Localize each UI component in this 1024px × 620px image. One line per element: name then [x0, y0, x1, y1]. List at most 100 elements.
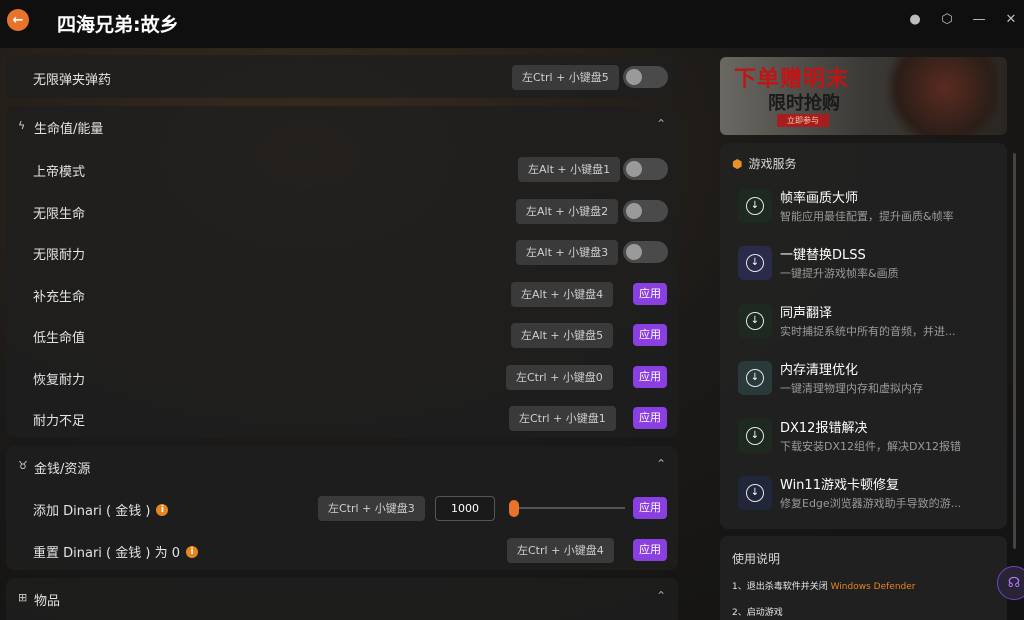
cheat-row: 无限耐力 左Alt + 小键盘3 [6, 233, 678, 271]
section-header-items[interactable]: ⊞ 物品 ⌄ [6, 578, 678, 618]
cheat-label: 低生命值 [33, 331, 86, 346]
minimize-icon[interactable]: — [972, 12, 986, 27]
banner-cta-button[interactable]: 立即参与 [777, 114, 829, 127]
hotkey-badge[interactable]: 左Alt + 小键盘4 [511, 282, 614, 307]
download-icon: ↓ [746, 312, 764, 330]
headset-icon: ☊ [1007, 575, 1021, 591]
cheat-label: 重置 Dinari ( 金钱 ) 为 0 i [33, 542, 198, 561]
service-item[interactable]: ↓ 帧率画质大师 智能应用最佳配置，提升画质&帧率 [738, 183, 998, 231]
panel-items: ⊞ 物品 ⌄ [6, 578, 678, 620]
amount-slider-track[interactable] [511, 507, 625, 509]
lightning-icon: ϟ [18, 119, 26, 132]
hotkey-badge[interactable]: 左Ctrl + 小键盘4 [507, 538, 614, 563]
cheat-label: 补充生命 [33, 290, 86, 305]
info-icon[interactable]: i [156, 503, 169, 516]
cube-icon: ⬢ [732, 156, 743, 171]
cheat-row: 耐力不足 左Ctrl + 小键盘1 应用 [6, 399, 678, 437]
cheat-row: 补充生命 左Alt + 小键盘4 应用 [6, 275, 678, 313]
apply-button[interactable]: 应用 [633, 497, 667, 519]
cheat-label: 恢复耐力 [33, 373, 86, 388]
cheat-label: 添加 Dinari ( 金钱 ) i [33, 500, 169, 519]
service-desc: 修复Edge浏览器游戏助手导致的游... [780, 497, 962, 510]
service-title: Win11游戏卡顿修复 [780, 478, 899, 493]
apply-button[interactable]: 应用 [633, 539, 667, 561]
support-button[interactable]: ☊ [997, 566, 1024, 600]
section-title: 生命值/能量 [34, 122, 104, 137]
service-desc: 实时捕捉系统中所有的音频，并进... [780, 325, 956, 338]
cheat-label: 上帝模式 [33, 165, 86, 180]
service-title: 同声翻译 [780, 306, 833, 321]
apply-button[interactable]: 应用 [633, 324, 667, 346]
usage-step-text: 1、退出杀毒软件并关闭 [732, 582, 828, 592]
service-icon: ↓ [738, 361, 772, 395]
cheat-label: 耐力不足 [33, 414, 86, 429]
usage-step: 1、退出杀毒软件并关闭 Windows Defender [732, 579, 915, 592]
panel-health: ϟ 生命值/能量 ⌄ 上帝模式 左Alt + 小键盘1 无限生命 左Alt + … [6, 106, 678, 437]
services-header: ⬢ 游戏服务 [732, 155, 797, 172]
promo-banner[interactable]: 下单赠明末 限时抢购 立即参与 [720, 57, 1007, 135]
cheat-row: 恢复耐力 左Ctrl + 小键盘0 应用 [6, 358, 678, 396]
service-item[interactable]: ↓ DX12报错解决 下载安装DX12组件，解决DX12报错 [738, 413, 998, 461]
section-title: 物品 [34, 594, 61, 609]
scrollbar[interactable] [1013, 153, 1016, 549]
hotkey-badge[interactable]: 左Alt + 小键盘5 [511, 323, 614, 348]
hotkey-badge[interactable]: 左Alt + 小键盘1 [518, 157, 621, 182]
service-icon: ↓ [738, 304, 772, 338]
info-icon[interactable]: i [186, 545, 198, 558]
apply-button[interactable]: 应用 [633, 283, 667, 305]
cheat-label-text: 添加 Dinari ( 金钱 ) [33, 504, 151, 519]
usage-title: 使用说明 [732, 552, 781, 566]
services-title: 游戏服务 [748, 157, 797, 171]
cheat-row: 添加 Dinari ( 金钱 ) i 左Ctrl + 小键盘3 1000 应用 [6, 489, 678, 527]
collapse-icon[interactable]: ✕ [1004, 12, 1018, 27]
section-title: 金钱/资源 [34, 462, 91, 477]
service-desc: 下载安装DX12组件，解决DX12报错 [780, 440, 962, 453]
usage-panel: 使用说明 1、退出杀毒软件并关闭 Windows Defender 2、启动游戏 [720, 536, 1007, 620]
money-bag-icon: ♉ [18, 459, 28, 472]
panel-money: ♉ 金钱/资源 ⌄ 添加 Dinari ( 金钱 ) i 左Ctrl + 小键盘… [6, 446, 678, 570]
arrow-left-icon: ← [12, 12, 24, 28]
service-item[interactable]: ↓ Win11游戏卡顿修复 修复Edge浏览器游戏助手导致的游... [738, 470, 998, 518]
window-controls: ● ⬡ — ✕ [908, 12, 1018, 27]
service-item[interactable]: ↓ 内存清理优化 一键清理物理内存和虚拟内存 [738, 355, 998, 403]
service-item[interactable]: ↓ 一键替换DLSS 一键提升游戏帧率&画质 [738, 240, 998, 288]
apply-button[interactable]: 应用 [633, 366, 667, 388]
hotkey-badge[interactable]: 左Alt + 小键盘2 [516, 199, 619, 224]
toggle-switch[interactable] [623, 66, 668, 88]
hotkey-badge[interactable]: 左Ctrl + 小键盘0 [506, 365, 613, 390]
cheat-row: 低生命值 左Alt + 小键盘5 应用 [6, 316, 678, 354]
hotkey-badge[interactable]: 左Ctrl + 小键盘1 [509, 406, 616, 431]
section-header-health[interactable]: ϟ 生命值/能量 ⌄ [6, 106, 678, 146]
toggle-switch[interactable] [623, 200, 668, 222]
download-icon: ↓ [746, 484, 764, 502]
user-icon[interactable]: ● [908, 12, 922, 27]
amount-slider-thumb[interactable] [509, 500, 519, 517]
cheat-label-text: 重置 Dinari ( 金钱 ) 为 0 [33, 546, 180, 561]
service-title: 帧率画质大师 [780, 191, 859, 206]
banner-character-image [879, 57, 999, 135]
toggle-switch[interactable] [623, 241, 668, 263]
service-icon: ↓ [738, 476, 772, 510]
apply-button[interactable]: 应用 [633, 407, 667, 429]
cheat-label: 无限生命 [33, 207, 86, 222]
back-button[interactable]: ← [7, 9, 29, 31]
service-desc: 一键提升游戏帧率&画质 [780, 267, 899, 280]
banner-subline: 限时抢购 [768, 93, 840, 114]
download-icon: ↓ [746, 427, 764, 445]
cheat-row: 无限生命 左Alt + 小键盘2 [6, 192, 678, 230]
chevron-up-icon[interactable]: ⌄ [656, 588, 666, 602]
page-title: 四海兄弟:故乡 [57, 14, 179, 36]
hotkey-badge[interactable]: 左Ctrl + 小键盘5 [512, 65, 619, 90]
settings-icon[interactable]: ⬡ [940, 12, 954, 27]
cheat-row: 重置 Dinari ( 金钱 ) 为 0 i 左Ctrl + 小键盘4 应用 [6, 531, 678, 569]
hotkey-badge[interactable]: 左Ctrl + 小键盘3 [318, 496, 425, 521]
toggle-switch[interactable] [623, 158, 668, 180]
chevron-up-icon[interactable]: ⌄ [656, 456, 666, 470]
amount-input[interactable]: 1000 [435, 496, 495, 521]
service-item[interactable]: ↓ 同声翻译 实时捕捉系统中所有的音频，并进... [738, 298, 998, 346]
chevron-up-icon[interactable]: ⌄ [656, 116, 666, 130]
section-header-money[interactable]: ♉ 金钱/资源 ⌄ [6, 446, 678, 486]
service-title: DX12报错解决 [780, 421, 868, 436]
panel-ammo: 无限弹夹弹药 左Ctrl + 小键盘5 [6, 55, 678, 98]
hotkey-badge[interactable]: 左Alt + 小键盘3 [516, 240, 619, 265]
